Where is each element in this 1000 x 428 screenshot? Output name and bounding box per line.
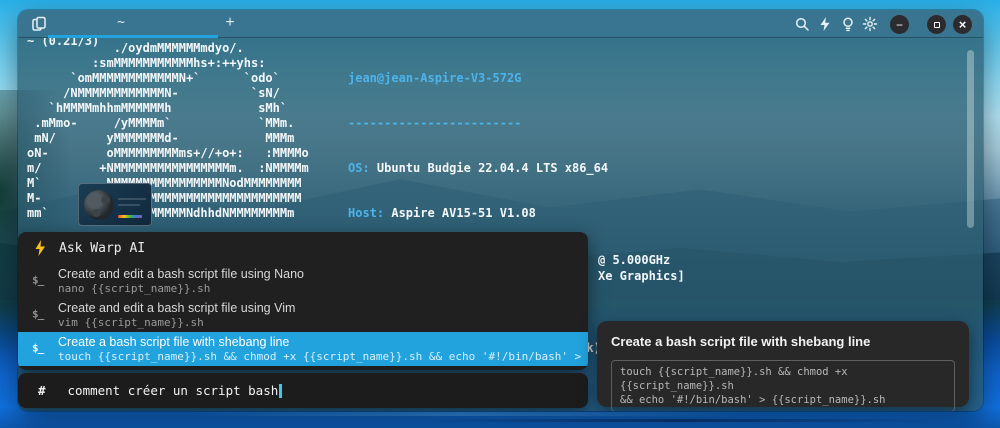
- lightning-icon[interactable]: [817, 16, 833, 32]
- terminal-window: ~ (0.21/3) ./oydmMMMMMMmdyo/. :smMMMMMMM…: [18, 10, 983, 411]
- neofetch-ascii-logo: ./oydmMMMMMMmdyo/. :smMMMMMMMMMMMhs+:++y…: [27, 41, 309, 221]
- thumbnail-text-line: [118, 198, 146, 200]
- close-button[interactable]: ×: [953, 15, 972, 34]
- suggestion-item-vim[interactable]: $_ Create and edit a bash script file us…: [18, 298, 588, 332]
- maximize-square-glyph: [934, 22, 940, 28]
- command-input-text: comment créer un script bash: [68, 383, 279, 398]
- ask-warp-ai-label: Ask Warp AI: [59, 241, 145, 256]
- suggestion-title: Create a bash script file with shebang l…: [58, 335, 588, 350]
- gpu-line-partial: Xe Graphics]: [598, 269, 685, 283]
- neofetch-user-host: jean@jean-Aspire-V3-572G: [348, 71, 680, 86]
- cpu-line-partial: @ 5.000GHz: [598, 253, 670, 267]
- new-tab-button[interactable]: +: [220, 13, 240, 33]
- thumbnail-text-line: [118, 204, 140, 206]
- suggestion-command: nano {{script_name}}.sh: [58, 282, 588, 295]
- suggestion-detail-code: touch {{script_name}}.sh && chmod +x {{s…: [611, 360, 955, 411]
- search-icon[interactable]: [794, 16, 810, 32]
- command-input[interactable]: # comment créer un script bash: [18, 373, 588, 408]
- neofetch-separator: ------------------------: [348, 116, 680, 131]
- suggestion-title: Create and edit a bash script file using…: [58, 267, 588, 282]
- shell-command-icon: $_: [32, 341, 43, 354]
- thumbnail-color-bar: [118, 215, 142, 218]
- desktop: ~ (0.21/3) ./oydmMMMMMMmdyo/. :smMMMMMMM…: [0, 0, 1000, 428]
- tab-bar: ~ + −: [18, 10, 983, 38]
- lightbulb-icon[interactable]: [840, 16, 856, 32]
- warp-ai-bolt-icon: [34, 240, 47, 256]
- ball-graphic: [84, 190, 114, 220]
- wallpaper-water-streak-dark: [420, 419, 940, 422]
- ask-warp-ai-header[interactable]: Ask Warp AI: [18, 232, 588, 264]
- shell-command-icon: $_: [32, 307, 43, 320]
- minimize-button[interactable]: −: [890, 15, 909, 34]
- suggestion-item-nano[interactable]: $_ Create and edit a bash script file us…: [18, 264, 588, 298]
- shell-command-icon: $_: [32, 273, 43, 286]
- inline-image-thumbnail: [78, 183, 152, 226]
- suggestion-item-shebang-selected[interactable]: $_ Create a bash script file with sheban…: [18, 332, 588, 366]
- maximize-button[interactable]: [927, 15, 946, 34]
- prompt-symbol: #: [38, 383, 46, 398]
- tab-home[interactable]: ~: [106, 15, 136, 30]
- scrollbar-thumb[interactable]: [967, 50, 974, 228]
- bookmarks-icon[interactable]: [30, 15, 48, 33]
- neofetch-info-row: OS: Ubuntu Budgie 22.04.4 LTS x86_64: [348, 161, 680, 176]
- suggestion-title: Create and edit a bash script file using…: [58, 301, 588, 316]
- suggestion-command: touch {{script_name}}.sh && chmod +x {{s…: [58, 350, 588, 363]
- wallpaper-water-streak: [180, 412, 740, 416]
- text-cursor: [279, 384, 282, 398]
- ai-suggestions-panel: Ask Warp AI $_ Create and edit a bash sc…: [18, 232, 588, 370]
- suggestion-detail-panel: Create a bash script file with shebang l…: [597, 321, 969, 407]
- suggestion-detail-title: Create a bash script file with shebang l…: [611, 334, 955, 349]
- active-tab-indicator: [48, 35, 218, 38]
- settings-gear-icon[interactable]: [862, 16, 878, 32]
- neofetch-info-row: Host: Aspire AV15-51 V1.08: [348, 206, 680, 221]
- suggestion-command: vim {{script_name}}.sh: [58, 316, 588, 329]
